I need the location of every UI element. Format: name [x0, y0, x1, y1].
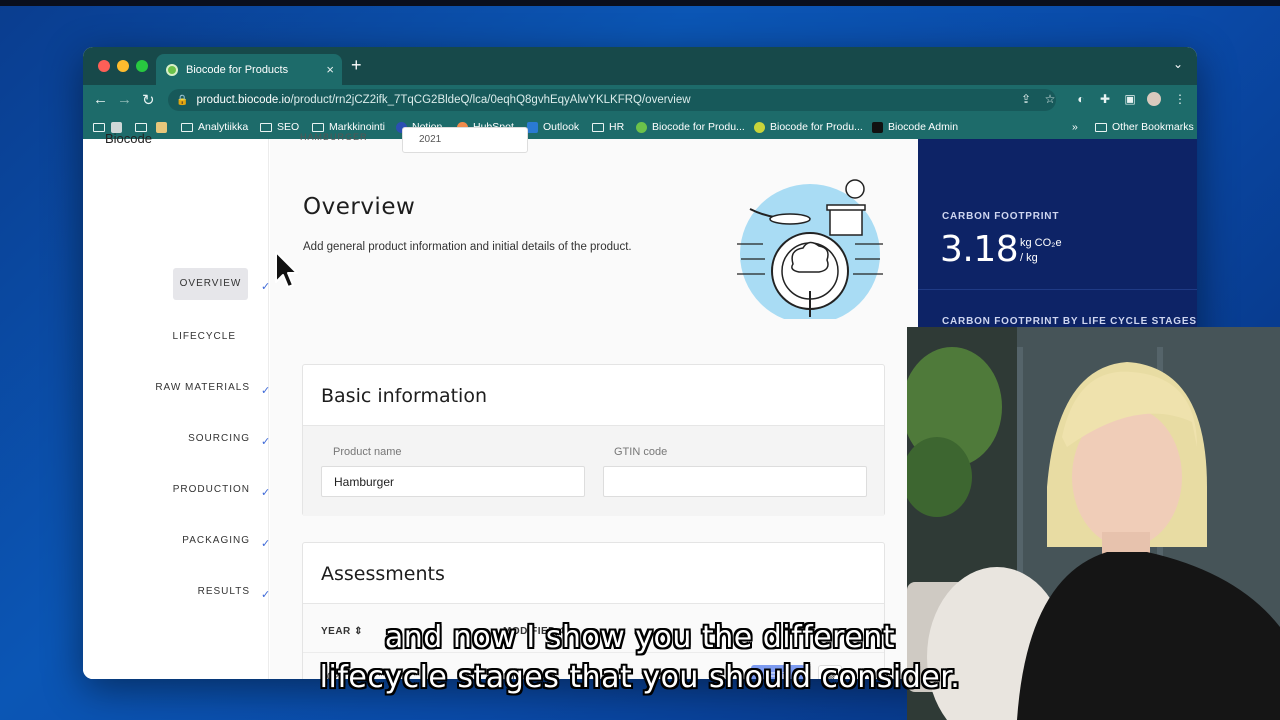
- bookmark-note-icon[interactable]: [156, 120, 172, 134]
- outlook-icon: [527, 121, 538, 133]
- kebab-menu-icon[interactable]: ⋮: [1173, 92, 1187, 106]
- puzzle-extensions-icon[interactable]: ✚: [1098, 92, 1112, 106]
- overview-check-icon: ✓: [261, 281, 271, 293]
- bookmark-seo[interactable]: SEO: [260, 120, 299, 134]
- assessments-title: Assessments: [321, 563, 445, 585]
- side-panel-icon[interactable]: ▣: [1123, 92, 1137, 106]
- forward-arrow-icon[interactable]: →: [117, 91, 132, 108]
- gtin-code-input[interactable]: [603, 466, 867, 497]
- basic-information-form: Product name Hamburger GTIN code: [303, 425, 884, 516]
- admin-icon: [872, 121, 883, 133]
- new-tab-button[interactable]: +: [351, 55, 362, 76]
- lock-icon: 🔒: [176, 94, 189, 106]
- main-content: HAMBURGER 2021 Overview Add general prod…: [270, 127, 918, 679]
- sidebar: Biocode OVERVIEW ✓ LIFECYCLE RAW MATERIA…: [83, 131, 271, 679]
- product-name-label: Product name: [333, 446, 402, 458]
- bookmark-star-icon[interactable]: ☆: [1043, 92, 1057, 106]
- folder-icon: [260, 122, 272, 132]
- sidebar-item-lifecycle[interactable]: LIFECYCLE: [140, 331, 236, 342]
- raw-materials-check-icon: ✓: [261, 385, 271, 397]
- carbon-footprint-by-stage-label: CARBON FOOTPRINT BY LIFE CYCLE STAGES: [942, 316, 1197, 327]
- mouse-cursor-icon: [275, 251, 298, 288]
- carbon-footprint-label: CARBON FOOTPRINT: [942, 211, 1060, 222]
- bookmark-biocode-admin[interactable]: Biocode Admin: [872, 120, 958, 134]
- folder-icon: [312, 122, 324, 132]
- maximize-window-button[interactable]: [136, 60, 148, 72]
- sourcing-check-icon: ✓: [261, 436, 271, 448]
- basic-information-title: Basic information: [321, 385, 487, 407]
- screen-top-bar: [0, 0, 1280, 6]
- biocode-icon: [754, 121, 765, 133]
- browser-toolbar: ← → ↻ 🔒 product.biocode.io /product/rn2j…: [83, 85, 1197, 115]
- share-icon[interactable]: ⇪: [1019, 92, 1033, 106]
- sidebar-item-results[interactable]: RESULTS: [154, 586, 250, 597]
- sidebar-item-overview[interactable]: OVERVIEW: [173, 268, 248, 300]
- assessments-card: Assessments YEAR ⇕ MODIFIED ⇕ 2021 1 hou…: [302, 542, 885, 679]
- brand-logo: Biocode: [105, 131, 152, 146]
- url-host: product.biocode.io: [196, 94, 291, 106]
- panel-divider: [918, 289, 1197, 290]
- bookmark-hr[interactable]: HR: [592, 120, 624, 134]
- packaging-check-icon: ✓: [261, 538, 271, 550]
- subtitle-line-2: lifecycle stages that you should conside…: [319, 660, 961, 695]
- tab-search-chevron-icon[interactable]: ⌄: [1173, 57, 1183, 71]
- bookmarks-overflow-chevron[interactable]: »: [1072, 120, 1078, 134]
- other-bookmarks[interactable]: Other Bookmarks: [1095, 120, 1194, 134]
- tab-title: Biocode for Products: [186, 63, 289, 76]
- sidebar-item-raw-materials[interactable]: RAW MATERIALS: [154, 382, 250, 393]
- back-arrow-icon[interactable]: ←: [93, 91, 108, 108]
- address-bar[interactable]: 🔒 product.biocode.io /product/rn2jCZ2ifk…: [168, 89, 1056, 111]
- minimize-window-button[interactable]: [117, 60, 129, 72]
- extension-icon[interactable]: ◐: [1074, 92, 1088, 106]
- close-tab-icon[interactable]: ×: [326, 62, 334, 77]
- close-window-button[interactable]: [98, 60, 110, 72]
- reload-icon[interactable]: ↻: [142, 91, 155, 109]
- cooking-illustration-icon: [737, 179, 883, 319]
- bookmark-biocode-for-products-1[interactable]: Biocode for Produ...: [636, 120, 745, 134]
- gtin-code-label: GTIN code: [614, 446, 668, 458]
- product-name-value: Hamburger: [334, 475, 395, 489]
- product-name-input[interactable]: Hamburger: [321, 466, 585, 497]
- bookmark-outlook[interactable]: Outlook: [527, 120, 579, 134]
- product-selector[interactable]: HAMBURGER: [300, 132, 368, 142]
- carbon-footprint-unit: kg CO₂e / kg: [1020, 237, 1062, 264]
- biocode-icon: [636, 121, 647, 133]
- folder-icon: [592, 122, 604, 132]
- url-path: /product/rn2jCZ2ifk_7TqCG2BldeQ/lca/0eqh…: [290, 94, 691, 106]
- page-description: Add general product information and init…: [303, 241, 632, 253]
- bookmark-biocode-for-products-2[interactable]: Biocode for Produ...: [754, 120, 863, 134]
- carbon-footprint-value: 3.18: [940, 229, 1019, 270]
- browser-tab[interactable]: Biocode for Products ×: [156, 54, 342, 85]
- sidebar-item-packaging[interactable]: PACKAGING: [154, 535, 250, 546]
- sidebar-item-sourcing[interactable]: SOURCING: [154, 433, 250, 444]
- tab-strip: Biocode for Products × + ⌄: [83, 47, 1197, 85]
- sidebar-item-production[interactable]: PRODUCTION: [154, 484, 250, 495]
- basic-information-card: Basic information Product name Hamburger…: [302, 364, 885, 516]
- bookmark-analytiikka[interactable]: Analytiikka: [181, 120, 248, 134]
- biocode-favicon-icon: [166, 63, 178, 76]
- folder-icon: [1095, 122, 1107, 132]
- profile-avatar[interactable]: [1147, 92, 1161, 106]
- results-check-icon: ✓: [261, 589, 271, 601]
- subtitle-line-1: and now I show you the different: [384, 620, 896, 655]
- year-selector-value: 2021: [419, 134, 442, 145]
- folder-icon: [181, 122, 193, 132]
- bookmarks-bar: Analytiikka SEO Markkinointi Notion HubS…: [83, 115, 1197, 139]
- production-check-icon: ✓: [261, 487, 271, 499]
- year-selector[interactable]: 2021: [402, 127, 528, 153]
- page-title: Overview: [303, 194, 416, 220]
